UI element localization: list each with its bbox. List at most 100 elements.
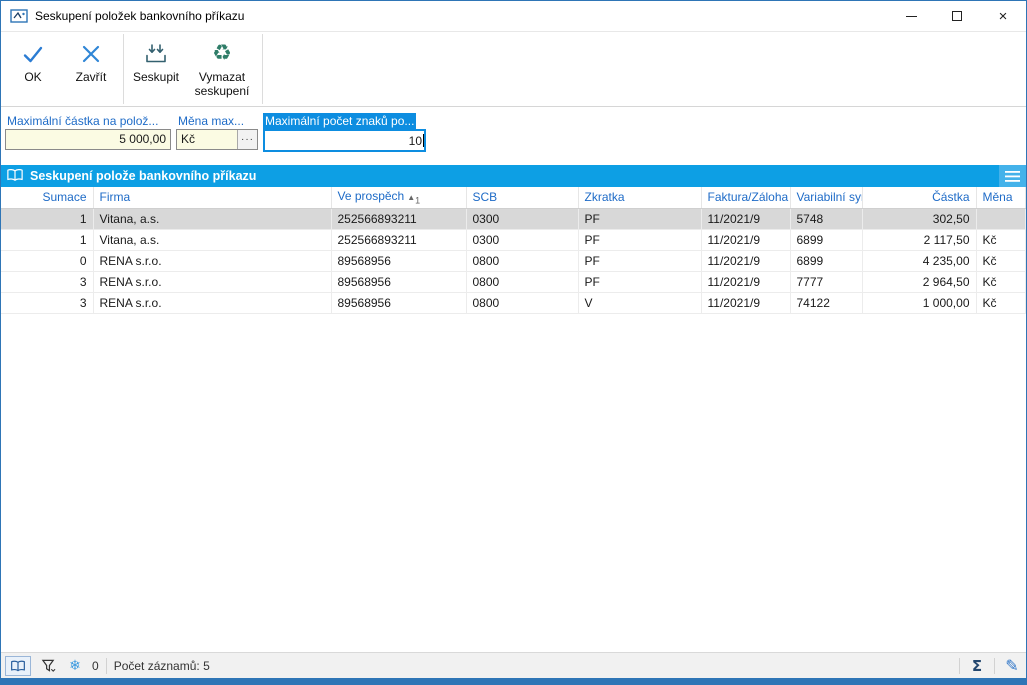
cell[interactable]: 6899	[790, 250, 863, 272]
book-icon-small	[11, 660, 25, 671]
close-dialog-button[interactable]: Zavřít	[62, 34, 120, 104]
filter-button[interactable]	[38, 656, 58, 676]
cell[interactable]: 0800	[466, 271, 579, 293]
cell[interactable]: 0	[1, 250, 94, 272]
statusbar-separator	[105, 657, 107, 674]
cell[interactable]: 11/2021/9	[701, 292, 791, 314]
max-amount-field-group: Maximální částka na polož... 5 000,00	[5, 113, 171, 150]
record-count: Počet záznamů: 5	[113, 658, 210, 673]
cell[interactable]: RENA s.r.o.	[93, 292, 332, 314]
cell[interactable]: PF	[578, 229, 702, 251]
cell[interactable]	[976, 208, 1026, 230]
cell[interactable]: Kč	[976, 250, 1026, 272]
table-row[interactable]: 1 Vitana, a.s. 252566893211 0300 PF 11/2021/9…	[1, 229, 1026, 251]
close-button[interactable]: ×	[980, 1, 1026, 31]
column-header-4[interactable]: Zkratka	[578, 187, 702, 209]
column-header-6[interactable]: Variabilní symb	[790, 187, 863, 209]
cell[interactable]: Vitana, a.s.	[93, 229, 332, 251]
cell[interactable]: 5748	[790, 208, 863, 230]
minimize-button[interactable]	[888, 1, 934, 31]
cell[interactable]: 302,50	[862, 208, 977, 230]
group-button-label: Seskupit	[132, 70, 180, 84]
window-bottom-edge	[1, 678, 1026, 684]
clear-grouping-button[interactable]: ♻ Vymazat seskupení	[185, 34, 259, 104]
edit-button[interactable]: ✎	[1002, 656, 1022, 676]
cell[interactable]: PF	[578, 250, 702, 272]
cell[interactable]: Kč	[976, 271, 1026, 293]
statusbar-right: Σ ✎	[959, 656, 1022, 676]
column-header-5[interactable]: Faktura/Záloha	[701, 187, 791, 209]
cell[interactable]: 3	[1, 292, 94, 314]
cell[interactable]: 11/2021/9	[701, 229, 791, 251]
cell[interactable]: 4 235,00	[862, 250, 977, 272]
book-view-button[interactable]	[5, 655, 31, 676]
cell[interactable]: 0300	[466, 229, 579, 251]
table-row[interactable]: 0 RENA s.r.o. 89568956 0800 PF 11/2021/9 6899 4…	[1, 250, 1026, 272]
cell[interactable]: 0800	[466, 250, 579, 272]
cell[interactable]: 11/2021/9	[701, 271, 791, 293]
cell[interactable]: 89568956	[331, 250, 467, 272]
check-icon	[21, 42, 45, 66]
table-row[interactable]: 1 Vitana, a.s. 252566893211 0300 PF 11/2021/9…	[1, 208, 1026, 230]
grid-body: 1 Vitana, a.s. 252566893211 0300 PF 11/2021/9…	[1, 208, 1026, 314]
cell[interactable]: 0300	[466, 208, 579, 230]
recycle-icon: ♻	[212, 41, 232, 66]
cell[interactable]: 2 964,50	[862, 271, 977, 293]
status-bar: ❄ 0 Počet záznamů: 5 Σ ✎	[1, 652, 1026, 678]
cell[interactable]: 11/2021/9	[701, 250, 791, 272]
currency-input-wrap: Kč ···	[176, 129, 258, 150]
cell[interactable]: 74122	[790, 292, 863, 314]
cell[interactable]: 252566893211	[331, 208, 467, 230]
cell[interactable]: 1 000,00	[862, 292, 977, 314]
currency-input[interactable]: Kč	[177, 130, 237, 149]
close-dialog-button-label: Zavřít	[75, 70, 107, 84]
column-header-8[interactable]: Měna	[976, 187, 1026, 209]
cell[interactable]: RENA s.r.o.	[93, 250, 332, 272]
cell[interactable]: V	[578, 292, 702, 314]
cell[interactable]: 89568956	[331, 292, 467, 314]
table-row[interactable]: 3 RENA s.r.o. 89568956 0800 PF 11/2021/9 7777 2…	[1, 271, 1026, 293]
max-chars-field-group: Maximální počet znaků po... 10	[263, 113, 426, 152]
cell[interactable]: 0800	[466, 292, 579, 314]
cell[interactable]: 1	[1, 208, 94, 230]
grid-table: Sumace Firma Ve prospěch ▲1 SCB Zkratka Faktur…	[1, 187, 1026, 314]
max-chars-value: 10	[408, 133, 422, 148]
cell[interactable]: 1	[1, 229, 94, 251]
column-header-0[interactable]: Sumace	[1, 187, 94, 209]
book-icon	[6, 168, 24, 185]
cell[interactable]: 89568956	[331, 271, 467, 293]
column-header-3[interactable]: SCB	[466, 187, 579, 209]
cell[interactable]: 3	[1, 271, 94, 293]
group-items-icon	[144, 42, 168, 66]
cell[interactable]: Kč	[976, 292, 1026, 314]
column-header-2[interactable]: Ve prospěch ▲1	[331, 187, 467, 209]
cell[interactable]: Kč	[976, 229, 1026, 251]
maximize-button[interactable]	[934, 1, 980, 31]
cell[interactable]: 7777	[790, 271, 863, 293]
currency-label: Měna max...	[178, 114, 245, 128]
group-button[interactable]: Seskupit	[127, 34, 185, 104]
currency-picker-button[interactable]: ···	[237, 130, 257, 149]
statusbar-separator	[994, 657, 995, 674]
filter-row: Maximální částka na polož... 5 000,00 Mě…	[1, 107, 1026, 157]
cell[interactable]: 2 117,50	[862, 229, 977, 251]
table-row[interactable]: 3 RENA s.r.o. 89568956 0800 V 11/2021/9 74122 1…	[1, 292, 1026, 314]
ok-button[interactable]: OK	[4, 34, 62, 104]
cell[interactable]: PF	[578, 271, 702, 293]
grid-title: Seskupení polože bankovního příkazu	[30, 169, 257, 183]
snowflake-icon[interactable]: ❄	[65, 656, 85, 676]
window-controls: ×	[888, 1, 1026, 31]
sum-button[interactable]: Σ	[967, 656, 987, 676]
cell[interactable]: RENA s.r.o.	[93, 271, 332, 293]
toolbar: OK Zavřít Seskupit ♻ Vymazat seskupení	[1, 31, 1026, 107]
cell[interactable]: PF	[578, 208, 702, 230]
column-header-1[interactable]: Firma	[93, 187, 332, 209]
cell[interactable]: 252566893211	[331, 229, 467, 251]
column-header-7[interactable]: Částka	[862, 187, 977, 209]
max-amount-input[interactable]: 5 000,00	[5, 129, 171, 150]
cell[interactable]: Vitana, a.s.	[93, 208, 332, 230]
cell[interactable]: 6899	[790, 229, 863, 251]
cell[interactable]: 11/2021/9	[701, 208, 791, 230]
max-chars-input[interactable]: 10	[263, 129, 426, 152]
grid-menu-button[interactable]	[999, 165, 1026, 187]
